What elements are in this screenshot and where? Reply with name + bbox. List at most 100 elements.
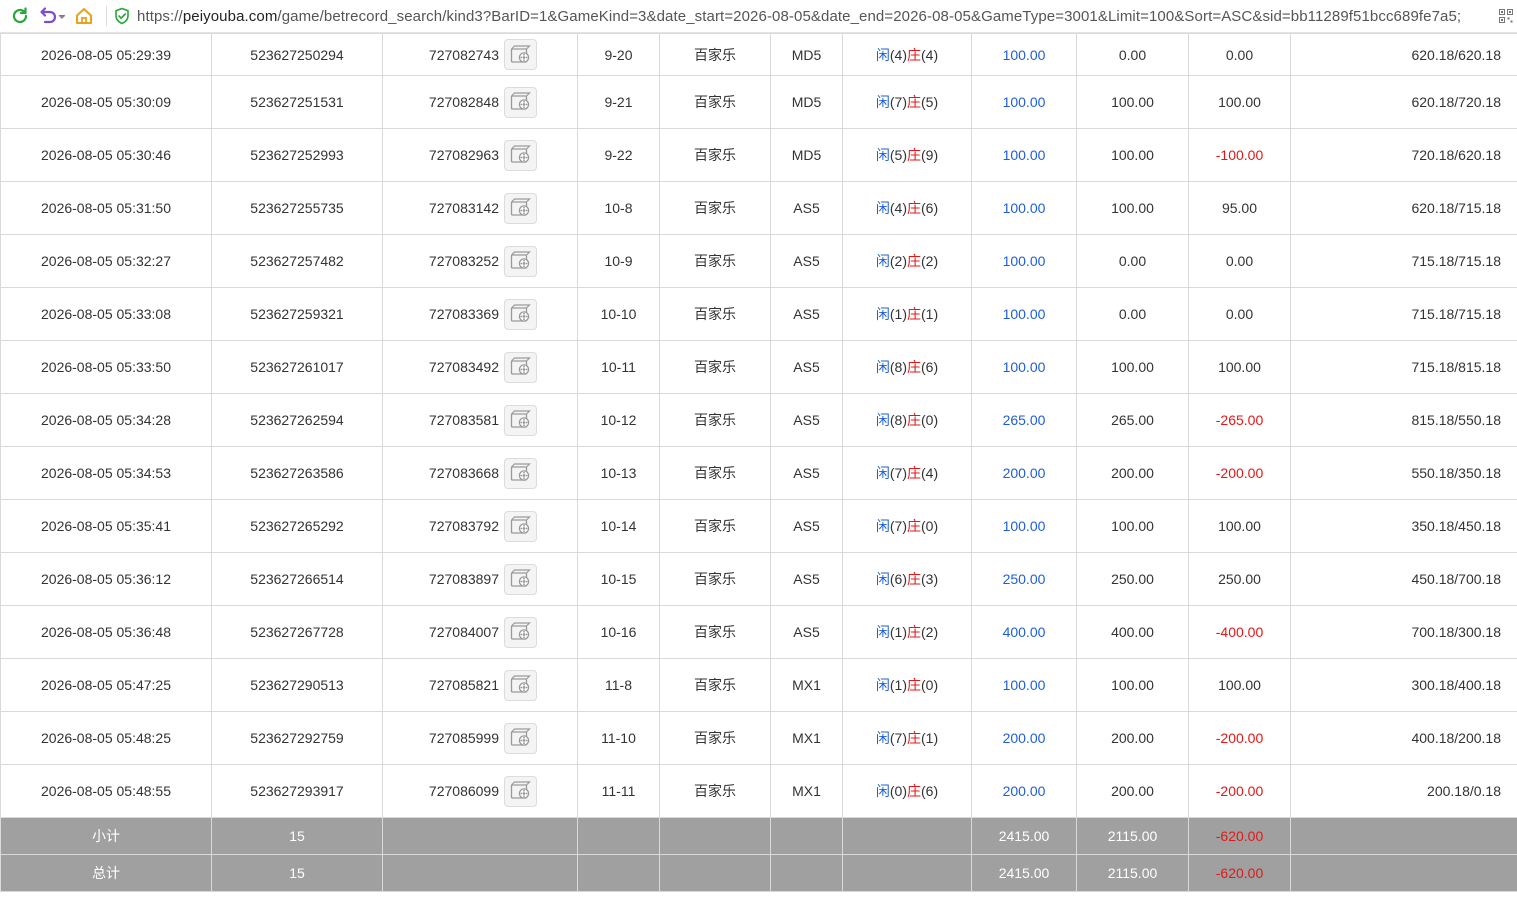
- shoe-round: 10-14: [577, 499, 660, 553]
- address-url: https://peiyouba.com/game/betrecord_sear…: [137, 7, 1462, 25]
- win-amount: -200.00: [1188, 446, 1291, 500]
- game-name: 百家乐: [659, 552, 771, 606]
- table-code: AS5: [770, 393, 843, 447]
- video-replay-button[interactable]: [504, 245, 537, 277]
- banker-label: 庄: [907, 412, 921, 428]
- back-button[interactable]: [34, 2, 70, 30]
- valid-amount: 100.00: [1076, 340, 1189, 394]
- round-id-cell: 727084007: [382, 605, 578, 659]
- video-replay-button[interactable]: [504, 351, 537, 383]
- player-points: 5: [894, 147, 903, 163]
- valid-amount: 200.00: [1076, 446, 1189, 500]
- table-code: AS5: [770, 499, 843, 553]
- round-id: 727082848: [428, 94, 499, 110]
- shoe-round: 9-21: [577, 75, 660, 129]
- win-amount: 100.00: [1188, 658, 1291, 712]
- player-label: 闲: [875, 518, 890, 534]
- game-name: 百家乐: [659, 446, 771, 500]
- shoe-round: 10-15: [577, 552, 660, 606]
- game-name: 百家乐: [659, 393, 771, 447]
- table-row: 2026-08-05 05:31:50 523627255735 727083142…: [0, 181, 1517, 235]
- banker-points: 1: [925, 730, 934, 746]
- bet-time: 2026-08-05 05:34:53: [0, 446, 212, 500]
- valid-amount: 200.00: [1076, 764, 1189, 818]
- player-label: 闲: [875, 412, 890, 428]
- banker-label: 庄: [907, 571, 921, 587]
- address-bar[interactable]: https://peiyouba.com/game/betrecord_sear…: [113, 2, 1495, 30]
- balance: 620.18/620.18: [1290, 33, 1517, 76]
- player-label: 闲: [875, 147, 890, 163]
- table-code: MD5: [770, 75, 843, 129]
- result: 闲(4)庄(4): [842, 33, 972, 76]
- bet-amount: 400.00: [971, 605, 1077, 659]
- video-replay-button[interactable]: [504, 722, 537, 754]
- player-label: 闲: [875, 465, 890, 481]
- round-id-cell: 727086099: [382, 764, 578, 818]
- video-replay-button[interactable]: [504, 457, 537, 489]
- player-points: 7: [894, 94, 903, 110]
- video-replay-icon: [510, 145, 531, 163]
- video-replay-button[interactable]: [504, 404, 537, 436]
- banker-points: 1: [925, 306, 934, 322]
- table-row: 2026-08-05 05:32:27 523627257482 727083252…: [0, 234, 1517, 288]
- video-replay-button[interactable]: [504, 775, 537, 807]
- video-replay-icon: [510, 410, 531, 428]
- video-replay-button[interactable]: [504, 86, 537, 118]
- game-name: 百家乐: [659, 75, 771, 129]
- shoe-round: 9-22: [577, 128, 660, 182]
- refresh-icon: [12, 7, 28, 24]
- banker-label: 庄: [907, 200, 921, 216]
- banker-points: 4: [925, 46, 934, 63]
- player-label: 闲: [875, 46, 890, 63]
- video-replay-button[interactable]: [504, 39, 537, 70]
- video-replay-icon: [510, 357, 531, 375]
- result: 闲(7)庄(5): [842, 75, 972, 129]
- table-row: 2026-08-05 05:30:09 523627251531 727082848…: [0, 75, 1517, 129]
- shoe-round: 10-9: [577, 234, 660, 288]
- video-replay-button[interactable]: [504, 139, 537, 171]
- banker-label: 庄: [907, 783, 921, 799]
- balance: 715.18/815.18: [1290, 340, 1517, 394]
- video-replay-button[interactable]: [504, 669, 537, 701]
- banker-label: 庄: [907, 677, 921, 693]
- banker-label: 庄: [907, 94, 921, 110]
- qr-code-button[interactable]: [1495, 2, 1517, 30]
- round-id: 727084007: [428, 624, 499, 640]
- valid-amount: 100.00: [1076, 75, 1189, 129]
- bet-time: 2026-08-05 05:47:25: [0, 658, 212, 712]
- video-replay-button[interactable]: [504, 298, 537, 330]
- refresh-button[interactable]: [6, 2, 34, 30]
- round-id-cell: 727082848: [382, 75, 578, 129]
- bet-id: 523627252993: [211, 128, 383, 182]
- game-name: 百家乐: [659, 128, 771, 182]
- round-id-cell: 727085821: [382, 658, 578, 712]
- subtotal-bet: 2415.00: [971, 817, 1077, 855]
- bet-amount: 100.00: [971, 340, 1077, 394]
- round-id-cell: 727082963: [382, 128, 578, 182]
- banker-points: 4: [925, 465, 934, 481]
- bet-time: 2026-08-05 05:33:08: [0, 287, 212, 341]
- result: 闲(1)庄(1): [842, 287, 972, 341]
- balance: 200.18/0.18: [1290, 764, 1517, 818]
- video-replay-button[interactable]: [504, 616, 537, 648]
- win-amount: -200.00: [1188, 764, 1291, 818]
- player-points: 7: [894, 518, 903, 534]
- video-replay-button[interactable]: [504, 510, 537, 542]
- secure-shield-icon: [115, 7, 129, 25]
- banker-label: 庄: [907, 253, 921, 269]
- video-replay-button[interactable]: [504, 563, 537, 595]
- table-code: MD5: [770, 33, 843, 76]
- bet-time: 2026-08-05 05:30:09: [0, 75, 212, 129]
- valid-amount: 265.00: [1076, 393, 1189, 447]
- player-points: 6: [894, 571, 903, 587]
- bet-id: 523627255735: [211, 181, 383, 235]
- video-replay-button[interactable]: [504, 192, 537, 224]
- valid-amount: 100.00: [1076, 128, 1189, 182]
- player-label: 闲: [875, 571, 890, 587]
- bet-id: 523627290513: [211, 658, 383, 712]
- bet-time: 2026-08-05 05:30:46: [0, 128, 212, 182]
- bet-amount: 100.00: [971, 33, 1077, 76]
- round-id: 727086099: [428, 783, 499, 799]
- home-button[interactable]: [70, 2, 98, 30]
- banker-points: 9: [925, 147, 934, 163]
